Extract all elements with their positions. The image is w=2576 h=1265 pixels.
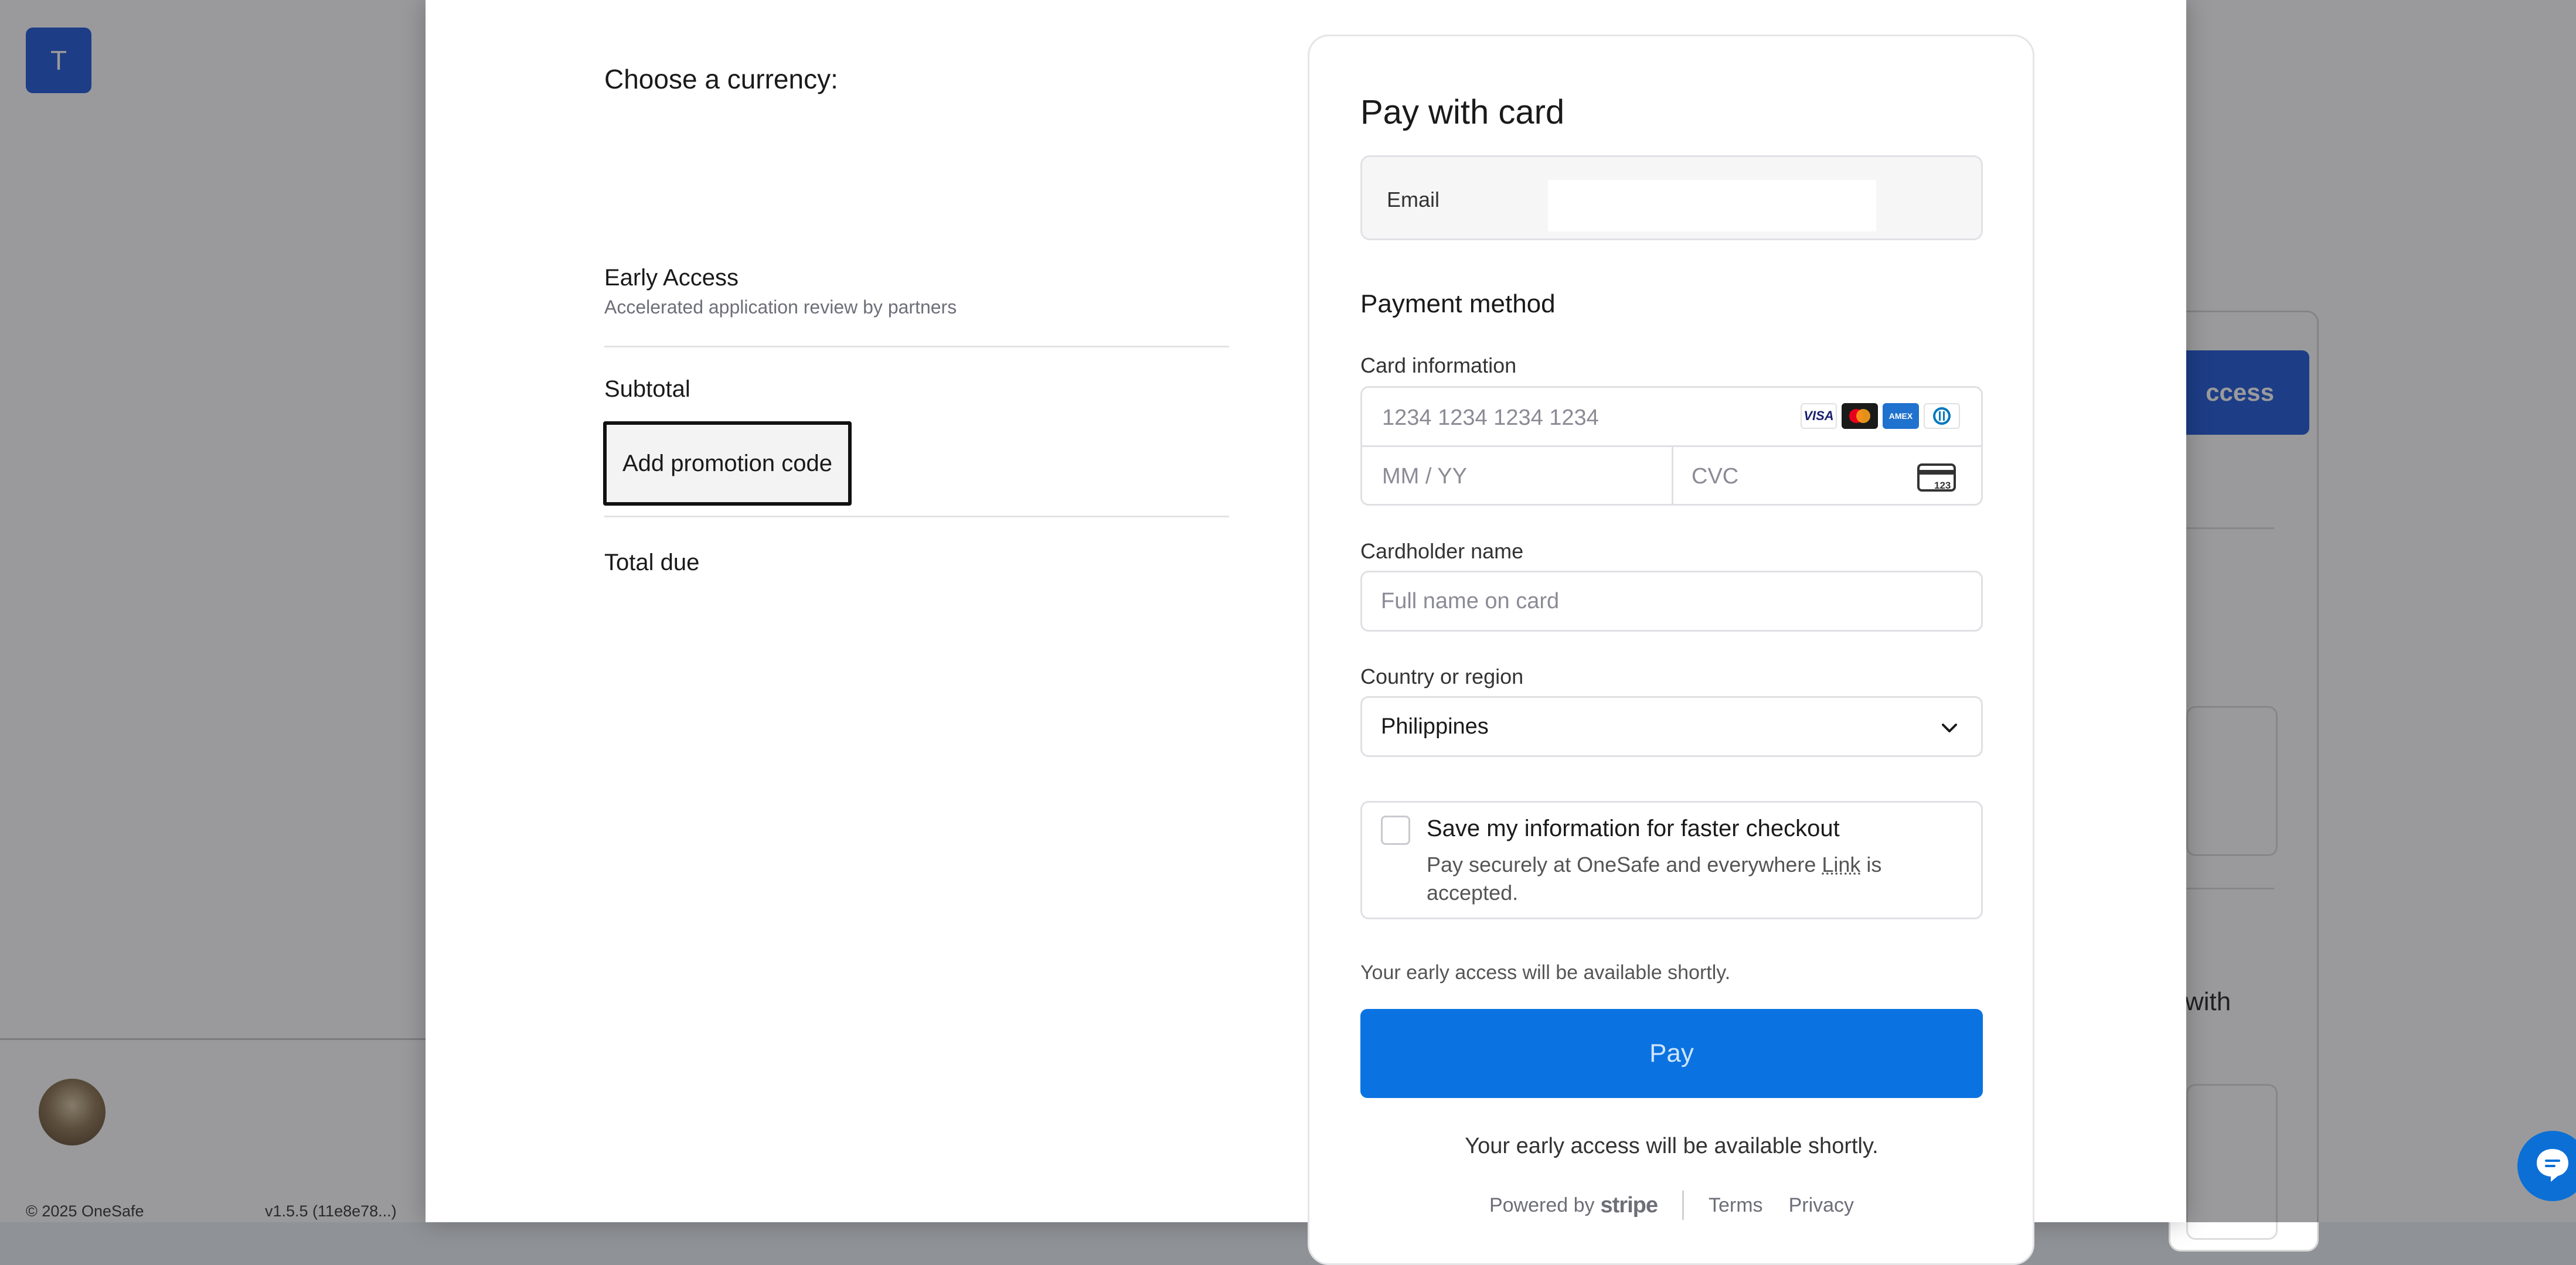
summary-divider: [604, 346, 1229, 347]
save-info-container: Save my information for faster checkout …: [1360, 801, 1983, 919]
powered-by-label: Powered by: [1489, 1194, 1595, 1216]
save-info-checkbox[interactable]: [1381, 816, 1410, 845]
subtotal-label: Subtotal: [604, 376, 690, 402]
cardholder-name-input[interactable]: [1360, 571, 1983, 632]
country-value: Philippines: [1381, 714, 1489, 739]
email-label: Email: [1387, 187, 1440, 212]
total-due-label: Total due: [604, 550, 700, 575]
pay-button[interactable]: Pay: [1360, 1009, 1983, 1098]
card-number-input[interactable]: [1381, 401, 1770, 435]
terms-link[interactable]: Terms: [1709, 1194, 1763, 1217]
save-info-text: Pay securely at OneSafe and everywhere: [1427, 853, 1822, 877]
card-field-divider: [1672, 445, 1673, 504]
payment-method-title: Payment method: [1360, 289, 1556, 318]
card-information-label: Card information: [1360, 353, 1517, 377]
add-promotion-code-button[interactable]: Add promotion code: [603, 421, 852, 506]
save-info-description: Pay securely at OneSafe and everywhere L…: [1427, 851, 1931, 907]
pay-with-card-title: Pay with card: [1360, 93, 1565, 131]
chevron-down-icon: [1939, 718, 1960, 742]
powered-by-stripe[interactable]: Powered by stripe: [1489, 1193, 1658, 1218]
expiry-input[interactable]: [1381, 459, 1653, 493]
card-information-group: VISA AMEX: [1360, 386, 1983, 506]
product-name: Early Access: [604, 265, 739, 291]
country-select[interactable]: Philippines: [1360, 696, 1983, 757]
email-field[interactable]: [1548, 180, 1876, 231]
cvc-card-icon: 123: [1917, 463, 1958, 496]
country-label: Country or region: [1360, 664, 1524, 688]
product-description: Accelerated application review by partne…: [604, 296, 957, 318]
early-access-note: Your early access will be available shor…: [1360, 961, 1731, 984]
save-info-title: Save my information for faster checkout: [1427, 816, 1840, 841]
checkout-modal: Choose a currency: Early Access Accelera…: [426, 0, 2186, 1265]
card-brands: VISA AMEX: [1801, 403, 1960, 429]
mastercard-icon: [1842, 403, 1878, 429]
chat-bubble-icon: [2532, 1144, 2573, 1188]
cvc-input[interactable]: [1690, 459, 1880, 493]
cvc-icon-digits: 123: [1934, 480, 1951, 491]
cardholder-name-label: Cardholder name: [1360, 539, 1524, 563]
privacy-link[interactable]: Privacy: [1789, 1194, 1854, 1217]
payment-footer: Powered by stripe Terms Privacy: [1360, 1191, 1983, 1220]
stripe-logo: stripe: [1600, 1192, 1658, 1218]
diners-icon: [1924, 403, 1960, 429]
currency-label: Choose a currency:: [604, 64, 838, 94]
amex-icon: AMEX: [1883, 403, 1919, 429]
footer-divider: [1682, 1191, 1684, 1220]
summary-divider: [604, 516, 1229, 517]
link-info-link[interactable]: Link: [1822, 853, 1860, 877]
visa-icon: VISA: [1801, 403, 1837, 429]
early-access-note-bottom: Your early access will be available shor…: [1465, 1134, 1879, 1158]
